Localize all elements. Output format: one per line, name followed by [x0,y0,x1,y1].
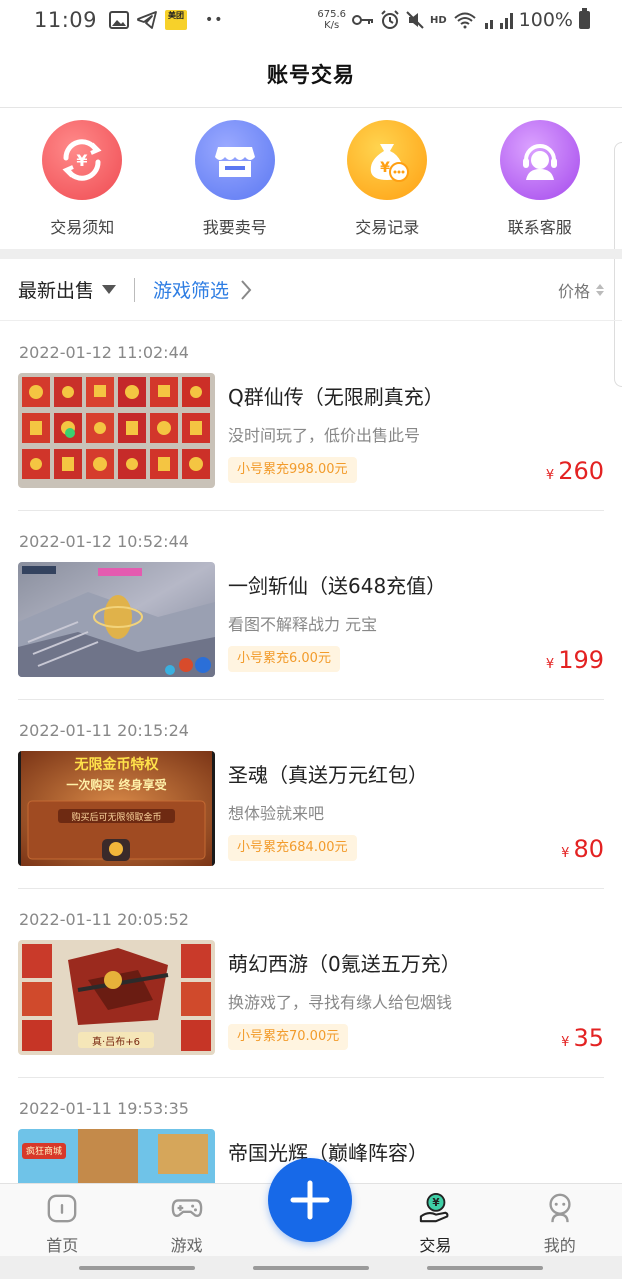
listing-date: 2022-01-12 11:02:44 [19,343,189,362]
listing-item[interactable]: 2022-01-11 20:05:52 真·吕布+6 萌幻西游（0氪送五万充） … [18,889,604,1078]
telegram-icon [137,11,157,29]
thumb-headline: 无限金币特权 [74,757,159,773]
wifi-icon [454,12,476,29]
profile-icon [549,1193,571,1223]
thumb-caption: 真·吕布+6 [92,1037,140,1048]
listing-date: 2022-01-11 20:15:24 [19,721,189,740]
price-value: 199 [558,646,604,674]
hd-indicator: HD [430,14,447,26]
gamepad-icon [171,1199,202,1217]
listing-thumbnail: 无限金币特权 一次购买 终身享受 购买后可无限领取金币 [18,751,215,866]
listing-title: 萌幻西游（0氪送五万充） [228,952,461,976]
sort-arrows-icon [596,283,604,296]
listing-thumbnail [18,373,215,488]
headset-agent-icon [522,144,557,180]
gesture-handle-right [427,1266,543,1270]
listing-thumbnail: 真·吕布+6 [18,940,215,1055]
listing-date: 2022-01-11 20:05:52 [19,910,189,929]
plus-icon [290,1180,330,1220]
listing-date: 2022-01-11 19:53:35 [19,1099,189,1118]
alarm-icon [381,10,399,29]
listing-thumbnail [18,562,215,677]
nav-games[interactable]: 游戏 [124,1184,248,1256]
listing-description: 看图不解释战力 元宝 [228,615,378,634]
filter-bar: 最新出售 游戏筛选 价格 [0,259,622,321]
listing-price: ¥ 199 [546,646,604,674]
svg-text:¥: ¥ [433,1197,441,1209]
listing-price: ¥ 80 [561,835,604,863]
price-value: 35 [573,1024,604,1052]
trade-hand-icon: ¥ [420,1192,449,1223]
quick-action-trade-notice[interactable]: ¥ 交易须知 [12,109,152,249]
recharge-tag: 小号累充6.00元 [228,646,340,672]
currency-symbol: ¥ [545,657,555,672]
currency-symbol: ¥ [561,1035,570,1050]
signal-icon [484,13,513,29]
filter-divider [134,277,136,302]
thumb-badge: 疯狂商城 [25,1147,62,1157]
recharge-tag: 小号累充684.00元 [228,835,357,861]
store-icon [214,147,255,177]
nav-trade[interactable]: ¥ 交易 [373,1184,497,1256]
currency-symbol: ¥ [545,468,555,483]
publish-fab-button[interactable] [268,1158,352,1242]
key-icon [352,15,373,25]
listing-item[interactable]: 2022-01-12 11:02:44 Q群仙传（无限刷真充） 没时间玩了，低价… [18,322,604,511]
caret-down-icon[interactable] [102,285,117,294]
battery-icon [579,8,590,29]
mute-icon [406,11,424,29]
more-notifications-dots: •• [205,12,224,28]
listing-price: ¥ 35 [561,1024,604,1052]
listing-item[interactable]: 2022-01-12 10:52:44 一剑斩仙（送648充值） 看图不解释战力… [18,511,604,700]
price-value: 80 [573,835,604,863]
exchange-cycle-icon: ¥ [62,139,102,181]
svg-text:¥: ¥ [380,160,390,176]
listing-item[interactable]: 2022-01-11 20:15:24 无限金币特权 一次购买 终身享受 购买后… [18,700,604,889]
listing-date: 2022-01-12 10:52:44 [19,532,189,551]
latest-sale-dropdown[interactable]: 最新出售 [18,276,94,303]
status-bar: 11:09 美团 •• 675.6 K/s HD 100% [0,0,622,40]
battery-percent: 100% [518,9,573,31]
network-speed: 675.6 K/s [317,9,346,31]
thumb-caption: 购买后可无限领取金币 [71,813,162,823]
recharge-tag: 小号累充998.00元 [228,457,357,483]
listing-title: Q群仙传（无限刷真充） [228,385,444,409]
nav-mine[interactable]: 我的 [498,1184,622,1256]
listing-price: ¥ 260 [546,457,604,485]
svg-text:¥: ¥ [77,151,88,170]
game-filter-link[interactable]: 游戏筛选 [153,276,229,303]
nav-home[interactable]: 首页 [0,1184,124,1256]
title-bar: 账号交易 [0,40,622,108]
listing-description: 想体验就来吧 [228,804,325,823]
currency-symbol: ¥ [561,846,570,861]
chevron-right-icon[interactable] [239,279,253,301]
price-sort[interactable]: 价格 [558,278,604,302]
listing-title: 圣魂（真送万元红包） [228,763,428,787]
meituan-icon: 美团 [165,10,188,30]
page-title: 账号交易 [267,62,355,87]
section-divider [0,249,622,259]
gesture-handle-left [79,1266,195,1270]
thumb-subheadline: 一次购买 终身享受 [66,778,167,792]
quick-actions: ¥ 交易须知 我要卖号 ¥ 交易记录 联系客服 [0,109,622,249]
status-time: 11:09 [34,8,98,32]
money-bag-icon: ¥ [371,144,410,182]
quick-action-trade-records[interactable]: ¥ 交易记录 [317,109,457,249]
listing-description: 换游戏了，寻找有缘人给包烟钱 [228,993,453,1012]
listing-title: 一剑斩仙（送648充值） [228,574,447,598]
recharge-tag: 小号累充70.00元 [228,1024,349,1050]
gesture-bar [0,1256,622,1279]
quick-action-sell-account[interactable]: 我要卖号 [165,109,305,249]
price-value: 260 [558,457,604,485]
home-icon [47,1194,77,1223]
gesture-handle-center [253,1266,369,1270]
image-icon [109,11,130,29]
quick-action-customer-service[interactable]: 联系客服 [470,109,610,249]
listing-description: 没时间玩了，低价出售此号 [228,426,421,445]
